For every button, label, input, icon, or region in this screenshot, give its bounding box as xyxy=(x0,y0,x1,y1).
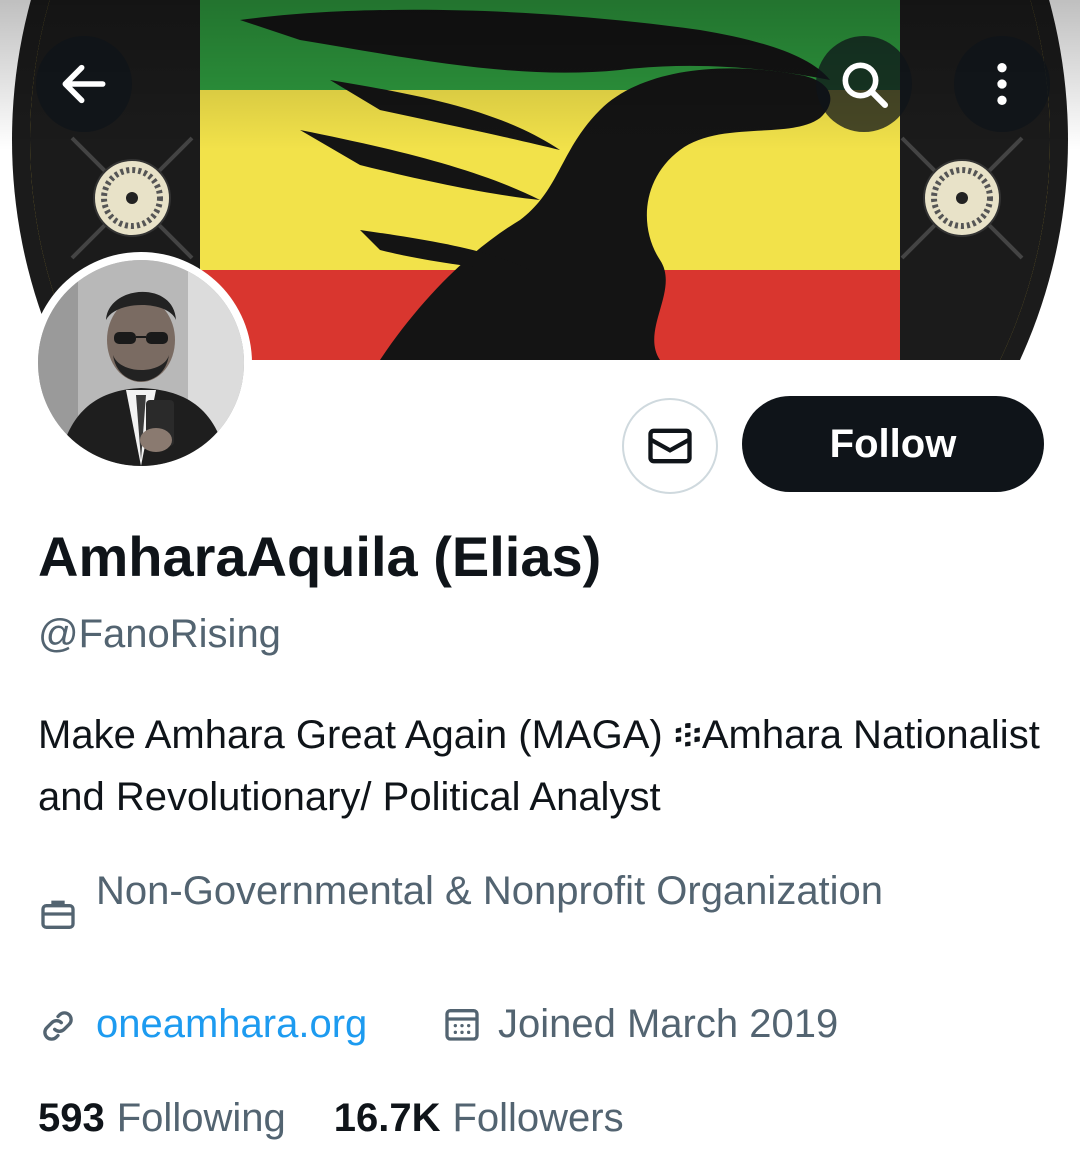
more-vertical-icon xyxy=(997,63,1007,105)
joined-date: Joined March 2019 xyxy=(498,1002,839,1046)
briefcase-icon xyxy=(36,892,80,936)
following-stat[interactable]: 593 Following xyxy=(38,1096,286,1141)
followers-count: 16.7K xyxy=(333,1096,441,1140)
followers-stat[interactable]: 16.7K Followers xyxy=(334,1096,624,1141)
bio: Make Amhara Great Again (MAGA) ፨Amhara N… xyxy=(38,713,1040,819)
search-icon xyxy=(842,62,889,109)
profile-category: Non-Governmental & Nonprofit Organizatio… xyxy=(96,869,884,913)
back-button[interactable] xyxy=(36,36,132,132)
website-link[interactable]: oneamhara.org xyxy=(96,1002,367,1047)
profile-stats: 593 Following 16.7K Followers xyxy=(38,1096,624,1141)
following-count: 593 xyxy=(38,1096,105,1140)
follow-button[interactable]: Follow xyxy=(742,396,1044,492)
avatar[interactable] xyxy=(30,252,252,474)
user-handle: @FanoRising xyxy=(38,612,281,656)
envelope-icon xyxy=(648,428,692,464)
link-icon xyxy=(36,1004,80,1048)
message-button[interactable] xyxy=(622,398,718,494)
search-button[interactable] xyxy=(816,36,912,132)
following-label: Following xyxy=(116,1096,286,1140)
more-button[interactable] xyxy=(954,36,1050,132)
avatar-image xyxy=(38,260,244,466)
followers-label: Followers xyxy=(452,1096,624,1140)
arrow-left-icon xyxy=(62,64,106,104)
calendar-icon xyxy=(440,1002,484,1046)
display-name: AmharaAquila (Elias) xyxy=(38,525,602,588)
